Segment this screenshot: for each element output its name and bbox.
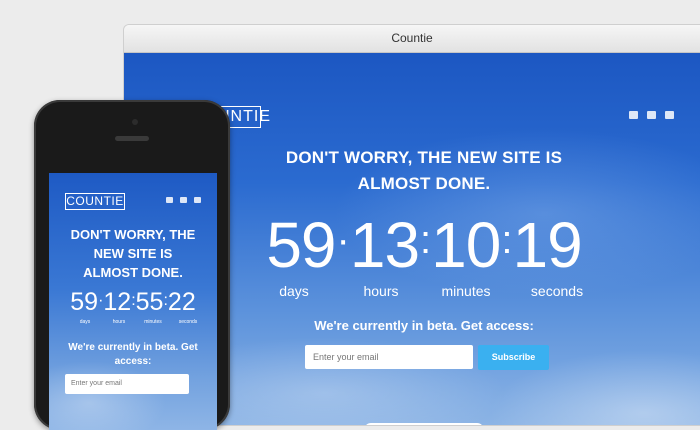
- mobile-countdown-days: 59: [70, 288, 99, 316]
- mobile-unit-hours: hours: [112, 319, 126, 325]
- unit-seconds: seconds: [530, 283, 584, 299]
- twitter-icon[interactable]: [166, 197, 173, 203]
- mobile-unit-seconds: seconds: [178, 319, 198, 325]
- social-links: [629, 111, 674, 119]
- mobile-beta-line-2: access:: [114, 356, 152, 367]
- facebook-icon[interactable]: [180, 197, 187, 203]
- mobile-beta-text: We're currently in beta. Get access:: [49, 341, 217, 369]
- mobile-page: COUNTIE DON'T WORRY, THE NEW SITE IS ALM…: [49, 173, 217, 430]
- mobile-unit-minutes: minutes: [144, 319, 162, 325]
- phone-mockup: COUNTIE DON'T WORRY, THE NEW SITE IS ALM…: [34, 100, 230, 430]
- countdown-minutes: 10: [431, 209, 501, 281]
- mobile-email-input[interactable]: Enter your email: [65, 374, 189, 394]
- mobile-countdown-hours: 12: [103, 288, 132, 316]
- speaker-grille: [115, 136, 149, 141]
- separator-colon: :: [501, 218, 512, 262]
- mobile-beta-line-1: We're currently in beta. Get: [68, 342, 198, 353]
- mobile-countdown-minutes: 55: [135, 288, 164, 316]
- countdown-hours: 13: [349, 209, 420, 281]
- mail-icon[interactable]: [665, 111, 674, 119]
- countdown-seconds: 19: [512, 209, 582, 281]
- scroll-indicator: [364, 423, 484, 425]
- unit-minutes: minutes: [441, 283, 491, 299]
- window-title: Countie: [391, 31, 433, 45]
- mobile-countdown-seconds: 22: [167, 288, 196, 316]
- facebook-icon[interactable]: [647, 111, 656, 119]
- countdown-days: 59: [266, 209, 336, 281]
- mobile-headline-line-2: NEW SITE IS: [93, 246, 173, 261]
- camera-dot: [132, 119, 138, 125]
- separator-dot: ·: [336, 218, 350, 262]
- mobile-brand-logo[interactable]: COUNTIE: [65, 193, 125, 210]
- subscribe-button[interactable]: Subscribe: [478, 345, 549, 370]
- mobile-countdown-timer: 59·12:55:22: [49, 286, 217, 317]
- mobile-unit-days: days: [79, 319, 91, 325]
- twitter-icon[interactable]: [629, 111, 638, 119]
- separator-colon: :: [420, 218, 431, 262]
- mobile-headline-line-1: DON'T WORRY, THE: [70, 227, 196, 242]
- unit-hours: hours: [363, 283, 399, 299]
- mobile-headline: DON'T WORRY, THE NEW SITE IS ALMOST DONE…: [49, 225, 217, 282]
- mobile-social-links: [166, 197, 201, 203]
- unit-days: days: [279, 283, 309, 299]
- mail-icon[interactable]: [194, 197, 201, 203]
- window-titlebar: Countie: [124, 25, 700, 53]
- mobile-headline-line-3: ALMOST DONE.: [83, 265, 183, 280]
- email-input[interactable]: Enter your email: [305, 345, 473, 369]
